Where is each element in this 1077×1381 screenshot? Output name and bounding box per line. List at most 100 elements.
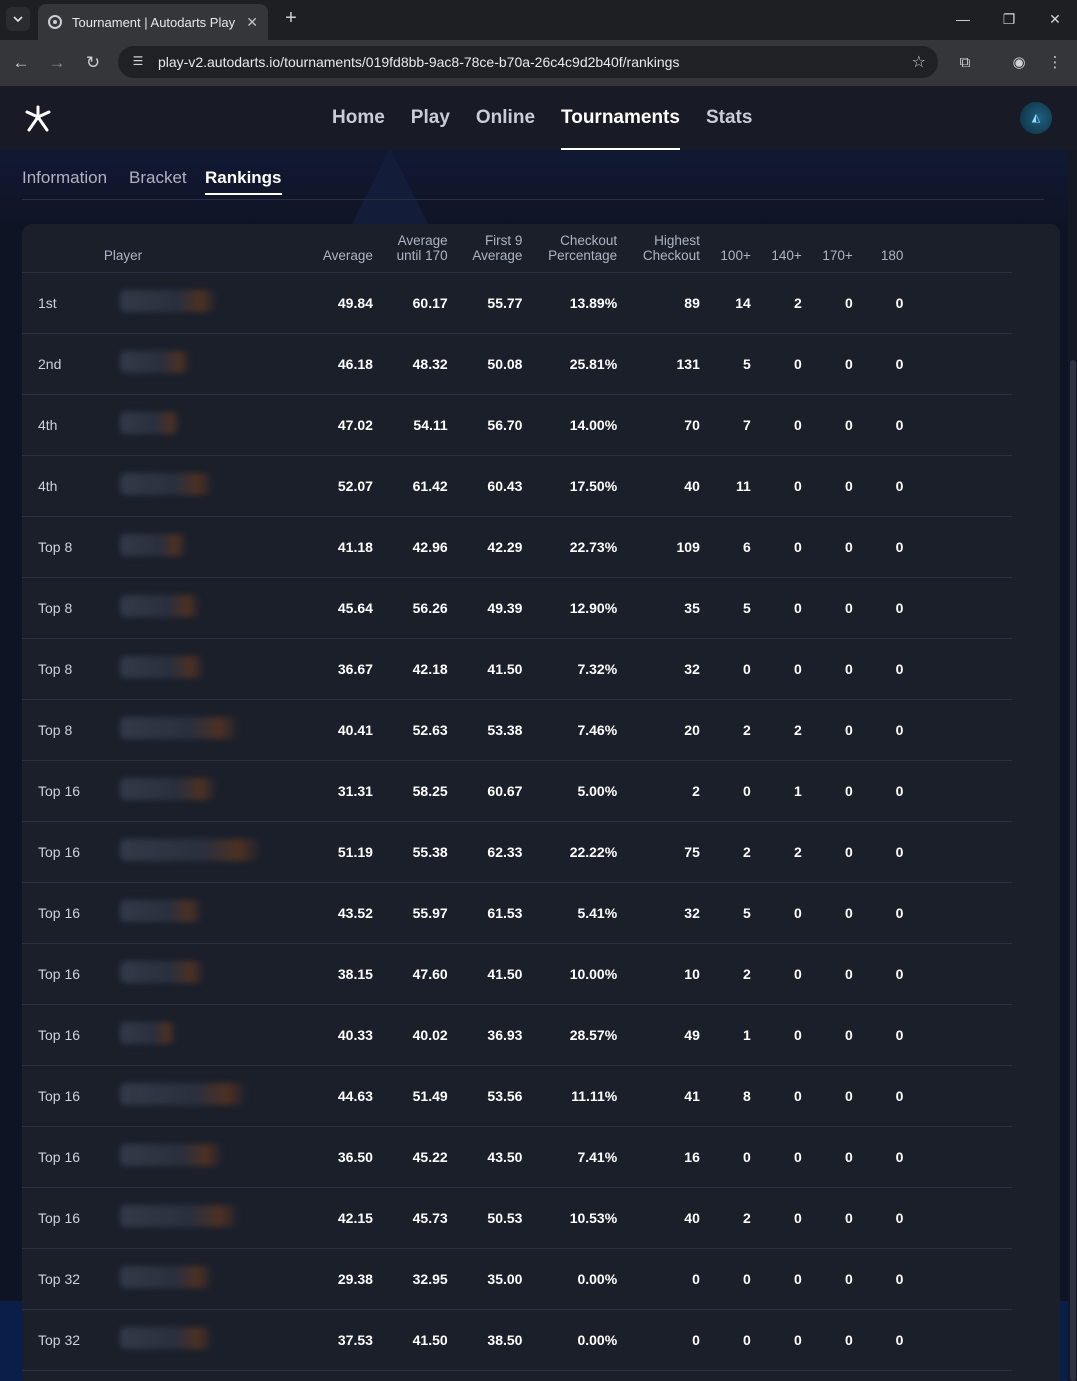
- c100-cell: 0: [699, 1248, 751, 1310]
- first9-cell: 60.43: [447, 455, 523, 517]
- nav-online[interactable]: Online: [476, 86, 535, 150]
- c170-cell: 0: [801, 577, 853, 639]
- blurred-player-name: [119, 1022, 176, 1044]
- avg170-cell: 47.60: [372, 943, 448, 1005]
- player-cell[interactable]: [103, 821, 319, 883]
- first9-cell: 62.33: [447, 821, 523, 883]
- co_pct-cell: 7.41%: [522, 1126, 618, 1188]
- player-cell[interactable]: [103, 516, 319, 578]
- player-cell[interactable]: [103, 699, 319, 761]
- c140-cell: 0: [750, 1126, 802, 1188]
- extensions-icon[interactable]: ⧉: [954, 52, 976, 74]
- player-cell[interactable]: [103, 1248, 319, 1310]
- bookmark-star-icon[interactable]: ☆: [912, 52, 926, 72]
- player-cell[interactable]: [103, 272, 319, 334]
- autodarts-logo-icon[interactable]: [22, 103, 54, 135]
- col-checkout-percentage[interactable]: Checkout Percentage: [522, 224, 618, 273]
- player-cell[interactable]: [103, 882, 319, 944]
- hi_co-cell: 32: [617, 882, 700, 944]
- rank-cell: 1st: [22, 272, 104, 334]
- site-info-icon[interactable]: ☰: [130, 54, 146, 70]
- address-bar[interactable]: ☰ play-v2.autodarts.io/tournaments/019fd…: [118, 46, 938, 78]
- c180-cell: 0: [852, 638, 904, 700]
- menu-kebab-icon[interactable]: ⋮: [1044, 52, 1066, 74]
- nav-stats[interactable]: Stats: [706, 86, 752, 150]
- player-cell[interactable]: [103, 1309, 319, 1371]
- player-cell[interactable]: [103, 1065, 319, 1127]
- c140-cell: 0: [750, 394, 802, 456]
- player-cell[interactable]: [103, 394, 319, 456]
- player-cell[interactable]: [103, 455, 319, 517]
- hi_co-cell: 0: [617, 1248, 700, 1310]
- spacer-cell: [903, 1309, 1012, 1371]
- c140-cell: 0: [750, 943, 802, 1005]
- table-row[interactable]: 4th 52.07 61.42 60.43 17.50% 40 11 0 0 0: [22, 455, 1012, 517]
- player-cell[interactable]: [103, 1126, 319, 1188]
- nav-play[interactable]: Play: [411, 86, 450, 150]
- table-row[interactable]: Top 32 29.38 32.95 35.00 0.00% 0 0 0 0 0: [22, 1248, 1012, 1310]
- table-row[interactable]: Top 8 40.41 52.63 53.38 7.46% 20 2 2 0 0: [22, 699, 1012, 761]
- col-100-plus[interactable]: 100+: [699, 224, 751, 273]
- restore-icon[interactable]: ❐: [997, 8, 1021, 32]
- table-row[interactable]: Top 16 31.31 58.25 60.67 5.00% 2 0 1 0 0: [22, 760, 1012, 822]
- col-180[interactable]: 180: [852, 224, 904, 273]
- nav-home[interactable]: Home: [332, 86, 385, 150]
- player-cell[interactable]: [103, 1187, 319, 1249]
- back-arrow-icon[interactable]: ←: [10, 52, 32, 74]
- player-cell[interactable]: [103, 638, 319, 700]
- tab-close-icon[interactable]: ✕: [246, 14, 258, 31]
- table-row[interactable]: Top 16 43.52 55.97 61.53 5.41% 32 5 0 0 0: [22, 882, 1012, 944]
- table-row[interactable]: 4th 47.02 54.11 56.70 14.00% 70 7 0 0 0: [22, 394, 1012, 456]
- tab-rankings[interactable]: Rankings: [205, 168, 282, 195]
- scrollbar-thumb[interactable]: [1070, 360, 1076, 1381]
- table-row[interactable]: Top 16 36.50 45.22 43.50 7.41% 16 0 0 0 0: [22, 1126, 1012, 1188]
- table-row[interactable]: Top 8 36.67 42.18 41.50 7.32% 32 0 0 0 0: [22, 638, 1012, 700]
- table-row[interactable]: Top 16 51.19 55.38 62.33 22.22% 75 2 2 0 0: [22, 821, 1012, 883]
- table-row[interactable]: 1st 49.84 60.17 55.77 13.89% 89 14 2 0 0: [22, 272, 1012, 334]
- col-first-9-average[interactable]: First 9 Average: [447, 224, 523, 273]
- first9-cell: 41.50: [447, 943, 523, 1005]
- first9-cell: 38.50: [447, 1309, 523, 1371]
- table-row[interactable]: Top 32 37.53 41.50 38.50 0.00% 0 0 0 0 0: [22, 1309, 1012, 1371]
- table-row[interactable]: Top 8 41.18 42.96 42.29 22.73% 109 6 0 0 0: [22, 516, 1012, 578]
- table-row[interactable]: Top 16 42.15 45.73 50.53 10.53% 40 2 0 0 0: [22, 1187, 1012, 1249]
- co_pct-cell: 14.00%: [522, 394, 618, 456]
- tab-search-button[interactable]: [6, 7, 30, 31]
- col-average-until-170[interactable]: Average until 170: [372, 224, 448, 273]
- player-cell[interactable]: [103, 333, 319, 395]
- col-highest-checkout[interactable]: Highest Checkout: [617, 224, 700, 273]
- col-average[interactable]: Average: [318, 224, 373, 273]
- c180-cell: 0: [852, 760, 904, 822]
- player-cell[interactable]: [103, 760, 319, 822]
- col-100-label: 100+: [720, 247, 751, 263]
- rank-cell: Top 16: [22, 760, 104, 822]
- table-row[interactable]: 2nd 46.18 48.32 50.08 25.81% 131 5 0 0 0: [22, 333, 1012, 395]
- browser-tab[interactable]: Tournament | Autodarts Play ✕: [38, 4, 268, 40]
- tab-information[interactable]: Information: [22, 168, 107, 188]
- col-170-plus[interactable]: 170+: [801, 224, 853, 273]
- average-cell: 40.33: [318, 1004, 373, 1066]
- table-row[interactable]: Top 8 45.64 56.26 49.39 12.90% 35 5 0 0 0: [22, 577, 1012, 639]
- user-avatar[interactable]: ◭: [1020, 102, 1052, 134]
- col-player[interactable]: Player: [103, 224, 319, 273]
- player-cell[interactable]: [103, 1004, 319, 1066]
- url-text[interactable]: play-v2.autodarts.io/tournaments/019fd8b…: [158, 54, 912, 70]
- player-cell[interactable]: [103, 577, 319, 639]
- tab-bracket[interactable]: Bracket: [129, 168, 187, 188]
- reload-icon[interactable]: ↻: [82, 52, 104, 74]
- nav-tournaments[interactable]: Tournaments: [561, 86, 680, 150]
- forward-arrow-icon[interactable]: →: [46, 52, 68, 74]
- co_pct-cell: 10.53%: [522, 1187, 618, 1249]
- table-row[interactable]: Top 16 44.63 51.49 53.56 11.11% 41 8 0 0 0: [22, 1065, 1012, 1127]
- col-140-plus[interactable]: 140+: [750, 224, 802, 273]
- table-row[interactable]: Top 16 38.15 47.60 41.50 10.00% 10 2 0 0 0: [22, 943, 1012, 1005]
- new-tab-button[interactable]: +: [280, 8, 302, 30]
- average-cell: 44.63: [318, 1065, 373, 1127]
- close-icon[interactable]: ✕: [1043, 8, 1067, 32]
- rank-cell: Top 16: [22, 1004, 104, 1066]
- minimize-icon[interactable]: —: [951, 8, 975, 32]
- profile-icon[interactable]: ◉: [1008, 52, 1030, 74]
- player-cell[interactable]: [103, 943, 319, 1005]
- table-row[interactable]: Top 16 40.33 40.02 36.93 28.57% 49 1 0 0 0: [22, 1004, 1012, 1066]
- c170-cell: 0: [801, 882, 853, 944]
